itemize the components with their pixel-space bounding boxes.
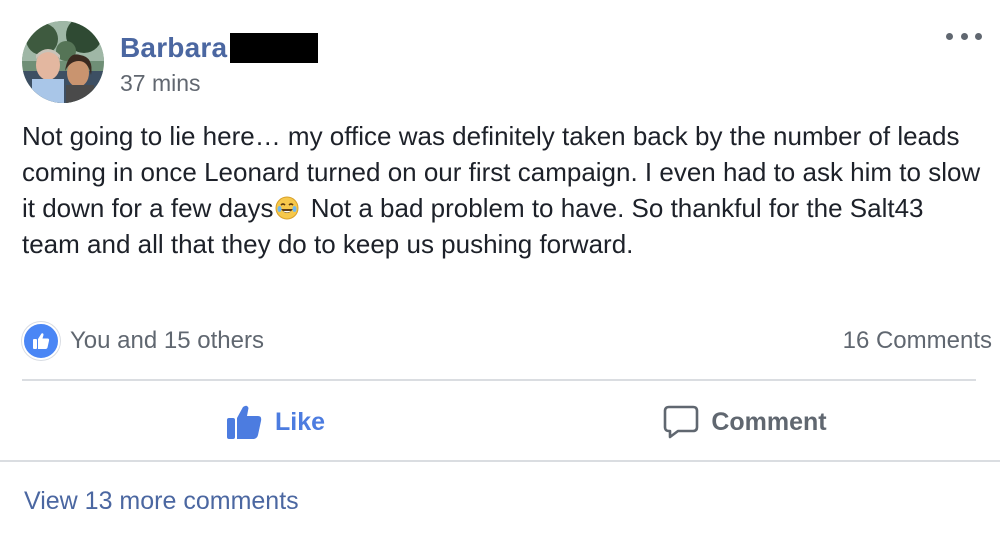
laughing-tears-emoji-icon [275, 193, 299, 220]
like-label: Like [274, 407, 326, 436]
author-name[interactable]: Barbara [120, 32, 227, 64]
more-dot [975, 32, 982, 40]
more-options-icon[interactable] [946, 26, 982, 46]
speech-bubble-icon [663, 404, 699, 440]
post-timestamp[interactable]: 37 mins [120, 70, 318, 97]
view-more-comments-link[interactable]: View 13 more comments [24, 487, 299, 516]
like-button[interactable]: Like [0, 384, 510, 460]
reactions-summary[interactable]: You and 15 others [22, 322, 264, 360]
comment-label: Comment [711, 407, 827, 436]
divider [22, 379, 976, 381]
more-dot [946, 32, 953, 40]
feed-post: Barbara 37 mins Not going to lie here… m… [0, 0, 1000, 547]
thumbs-up-icon [22, 322, 60, 360]
author-avatar[interactable] [22, 21, 104, 103]
avatar-photo [22, 21, 104, 103]
post-actions: Like Comment [0, 384, 1000, 460]
name-redaction-bar [230, 32, 319, 63]
author-name-row: Barbara [120, 28, 319, 68]
thumbs-up-icon [225, 403, 263, 441]
comment-count[interactable]: 16 Comments [843, 327, 992, 355]
comment-button[interactable]: Comment [510, 384, 1000, 460]
reaction-count-text: You and 15 others [70, 327, 264, 354]
more-dot [960, 32, 968, 40]
divider [0, 460, 1000, 462]
author-info: Barbara 37 mins [120, 28, 319, 97]
post-body: Not going to lie here… my office was def… [22, 118, 982, 262]
post-header: Barbara 37 mins [22, 20, 319, 104]
post-stats: You and 15 others 16 Comments [22, 322, 992, 360]
